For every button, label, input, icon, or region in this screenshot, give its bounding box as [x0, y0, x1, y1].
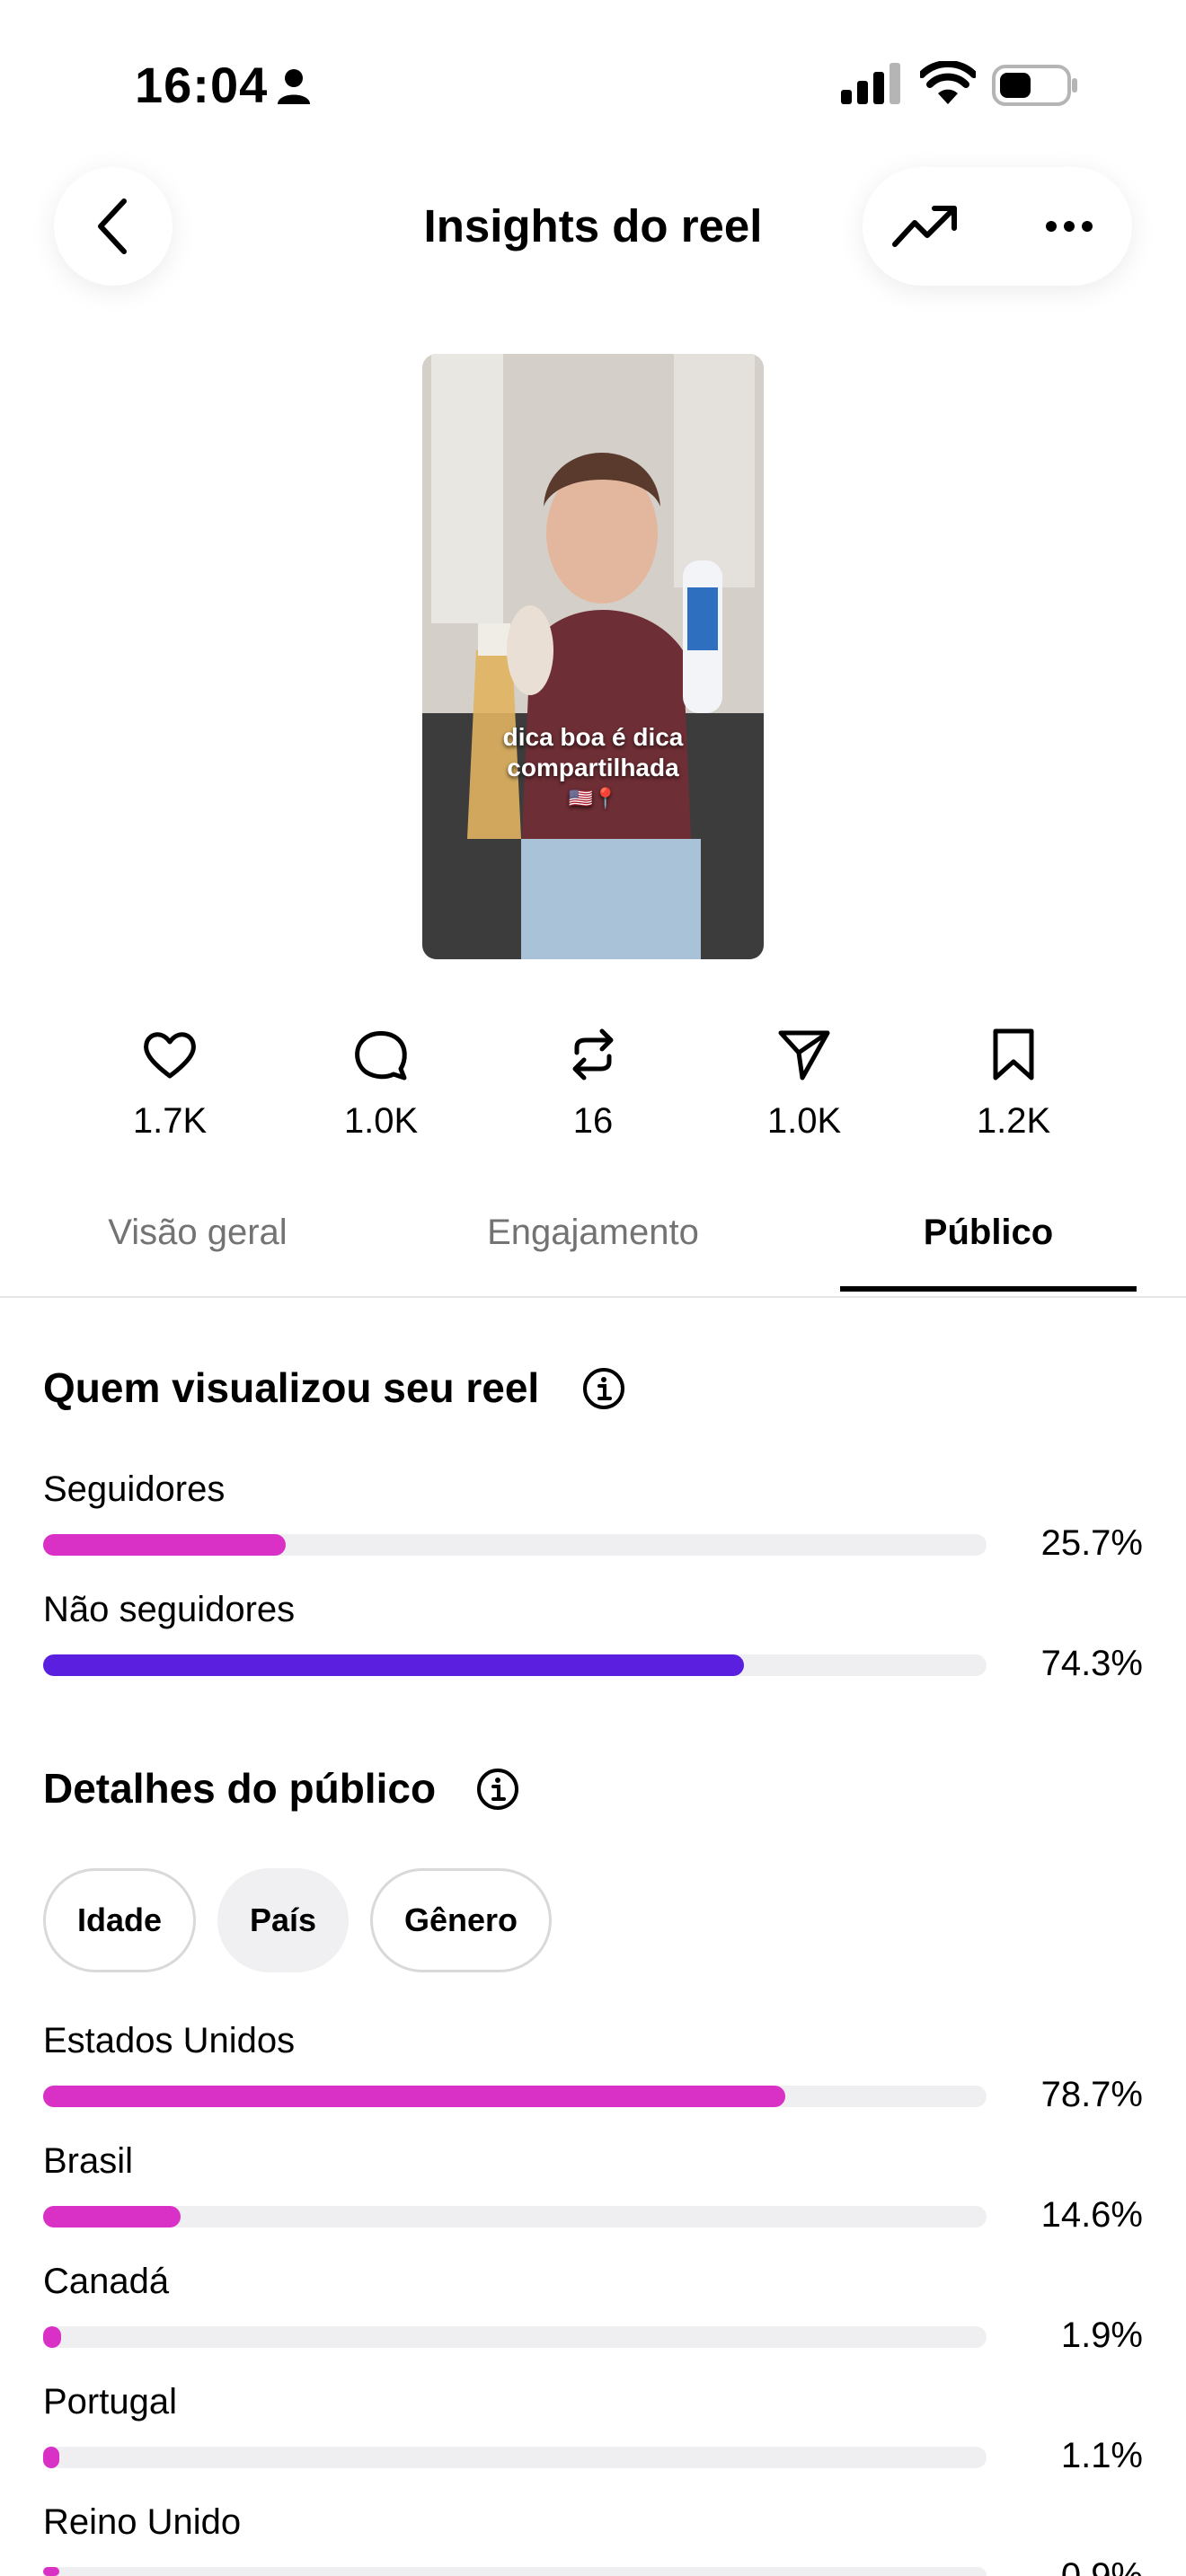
country-percent: 1.1%	[1060, 2436, 1143, 2475]
country-bar-fill	[43, 2326, 61, 2348]
person-icon	[278, 69, 310, 104]
reposts-count: 16	[572, 1101, 614, 1141]
country-percent: 78.7%	[1040, 2075, 1143, 2114]
country-bar	[43, 2086, 987, 2107]
repost-icon	[572, 1028, 614, 1081]
country-label: Brasil	[43, 2141, 134, 2181]
saves-metric: 1.2K	[946, 1026, 1081, 1142]
followers-bar	[43, 1534, 987, 1556]
reel-thumbnail[interactable]: dica boa é dica compartilhada 🇺🇸📍	[422, 354, 764, 959]
battery-icon	[992, 65, 1077, 106]
reposts-metric: 16	[526, 1026, 660, 1142]
caption-line-1: dica boa é dica	[502, 723, 684, 751]
cellular-signal-icon	[841, 63, 900, 104]
caption-line-2: compartilhada	[507, 754, 679, 781]
likes-count: 1.7K	[132, 1101, 208, 1141]
more-options-icon[interactable]	[1044, 217, 1094, 235]
status-time: 16:04	[135, 57, 269, 113]
shares-count: 1.0K	[766, 1101, 842, 1141]
comments-metric: 1.0K	[314, 1026, 448, 1142]
country-percent: 1.9%	[1060, 2316, 1143, 2355]
audience-section-title: Detalhes do público	[43, 1765, 437, 1812]
country-bar	[43, 2567, 987, 2576]
shares-metric: 1.0K	[737, 1026, 872, 1142]
info-icon[interactable]	[582, 1367, 625, 1410]
bookmark-icon	[993, 1028, 1034, 1081]
tab-visao-geral[interactable]: Visão geral	[0, 1213, 395, 1253]
info-icon[interactable]	[476, 1768, 519, 1811]
likes-metric: 1.7K	[102, 1026, 237, 1142]
country-percent: 14.6%	[1040, 2195, 1143, 2235]
country-bar-fill	[43, 2567, 59, 2576]
country-label: Reino Unido	[43, 2502, 242, 2542]
comment-icon	[355, 1031, 407, 1081]
non-followers-percent: 74.3%	[1040, 1644, 1143, 1683]
non-followers-bar-fill	[43, 1654, 745, 1676]
followers-percent: 25.7%	[1040, 1523, 1143, 1563]
filter-chip-genero[interactable]: Gênero	[370, 1868, 552, 1972]
reel-preview-image	[422, 354, 764, 959]
tab-engajamento[interactable]: Engajamento	[395, 1213, 791, 1253]
active-tab-indicator	[840, 1286, 1137, 1292]
country-percent: 0.9%	[1060, 2556, 1143, 2576]
caption-emoji: 🇺🇸📍	[568, 787, 618, 809]
tabs-divider	[0, 1296, 1186, 1298]
country-label: Estados Unidos	[43, 2021, 296, 2060]
heart-icon	[144, 1032, 196, 1079]
country-label: Portugal	[43, 2382, 177, 2422]
comments-count: 1.0K	[343, 1101, 419, 1141]
followers-bar-fill	[43, 1534, 286, 1556]
header-actions	[863, 167, 1132, 286]
viewers-section-title: Quem visualizou seu reel	[43, 1364, 540, 1411]
country-bar	[43, 2206, 987, 2228]
non-followers-bar	[43, 1654, 987, 1676]
country-bar-fill	[43, 2447, 59, 2468]
filter-chip-idade[interactable]: Idade	[43, 1868, 196, 1972]
filter-chip-pais[interactable]: País	[217, 1868, 349, 1972]
country-bar-fill	[43, 2086, 786, 2107]
country-label: Canadá	[43, 2262, 170, 2301]
tab-publico[interactable]: Público	[791, 1213, 1186, 1253]
trending-up-icon[interactable]	[891, 203, 960, 250]
followers-label: Seguidores	[43, 1469, 226, 1509]
reel-caption: dica boa é dica compartilhada 🇺🇸📍	[422, 722, 764, 814]
wifi-icon	[920, 61, 976, 104]
send-icon	[778, 1030, 830, 1081]
country-bar	[43, 2326, 987, 2348]
country-bar-fill	[43, 2206, 181, 2228]
country-bar	[43, 2447, 987, 2468]
non-followers-label: Não seguidores	[43, 1590, 296, 1629]
saves-count: 1.2K	[976, 1101, 1051, 1141]
